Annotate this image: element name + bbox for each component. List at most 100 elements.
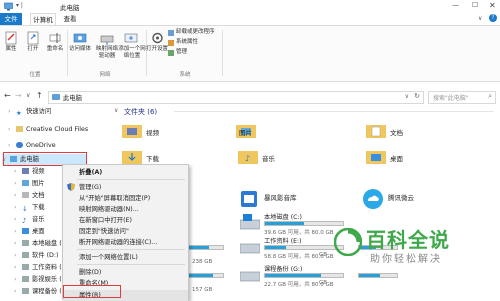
svg-text:♪: ♪ [245, 154, 250, 163]
nav-label: 影视娱乐 (F [32, 276, 66, 283]
nav-label: 文档 [32, 192, 45, 199]
context-menu: 折叠(A) 管理(G) 从"开始"屏幕取消固定(P) 映射网络驱动器(N)...… [62, 164, 189, 301]
address-field[interactable]: 此电脑 ∨ ↻ [48, 91, 424, 104]
nav-item-drive-f[interactable]: › 影视娱乐 (F [14, 274, 65, 285]
drive-e-name[interactable]: 工作资料 (E:) [264, 236, 302, 245]
nav-item-drive-d[interactable]: › 软件 (D:) [14, 250, 58, 261]
open-button[interactable]: 打开 [22, 46, 44, 53]
nav-item-onedrive[interactable]: › OneDrive [8, 140, 56, 151]
music-folder-icon: ♪ [238, 151, 258, 164]
nav-item-documents[interactable]: › 文档 [14, 190, 45, 201]
title-bar: ▾ | 此电脑 — ☐ ✕ [0, 0, 500, 14]
ribbon-tabs: 文件 计算机 查看 ∨ ? [0, 13, 500, 25]
group-system-label: 系统 [179, 72, 191, 78]
folder-desktop[interactable]: 桌面 [390, 153, 403, 163]
address-dropdown-icon[interactable]: ∨ [405, 93, 409, 100]
properties-button[interactable]: 属性 [0, 46, 22, 53]
download-icon: ↓ [22, 205, 28, 213]
drive-icon [22, 240, 29, 246]
nav-label: 音乐 [32, 216, 45, 223]
menu-item-delete[interactable]: 删除(D) [63, 267, 188, 278]
folder-downloads[interactable]: 下载 [146, 153, 159, 163]
add-network-location-button[interactable]: 添加一个网络位置 [118, 46, 146, 60]
system-properties-link[interactable]: 系统属性 [176, 39, 198, 46]
drive-f-usage-fill [189, 274, 213, 277]
address-path: 此电脑 [63, 95, 82, 102]
refresh-icon[interactable]: ↻ [414, 92, 420, 100]
nav-item-videos[interactable]: › 视频 [14, 166, 45, 177]
app-weiyun[interactable]: 腾讯微云 [388, 192, 414, 202]
map-drive-button[interactable]: 映射网络驱动器 [94, 46, 120, 60]
menu-separator [77, 249, 185, 250]
window-title: 此电脑 [60, 4, 80, 12]
music-icon: ♪ [22, 217, 27, 225]
tab-view[interactable]: 查看 [60, 13, 80, 25]
folders-section-header[interactable]: 文件夹 (6) [124, 107, 157, 117]
drive-right-usage-bar [358, 273, 398, 278]
nav-item-downloads[interactable]: › ↓ 下载 [14, 202, 45, 213]
nav-label: 桌面 [32, 228, 45, 235]
ribbon-collapse-icon[interactable]: ∨ [478, 15, 482, 22]
folder-music[interactable]: 音乐 [262, 153, 275, 163]
nav-item-music[interactable]: › ♪ 音乐 [14, 214, 45, 225]
video-folder-icon [22, 168, 29, 174]
maximize-icon[interactable]: ☐ [472, 1, 478, 9]
expand-arrow-icon[interactable]: › [8, 140, 16, 151]
folder-icon [16, 126, 23, 132]
nav-item-drive-g[interactable]: › 课程备份 (G [14, 286, 67, 297]
drive-c-usage-bar [264, 221, 344, 226]
menu-item-manage[interactable]: 管理(G) [63, 182, 188, 193]
properties-icon [5, 31, 17, 45]
menu-item-add-network-location[interactable]: 添加一个网络位置(L) [63, 252, 188, 263]
folder-pictures[interactable]: 图片 [239, 127, 252, 137]
search-input[interactable]: 搜索"此电脑" ⌕ [428, 91, 496, 104]
drive-icon [22, 264, 29, 270]
cloud-icon [16, 142, 23, 148]
drive-d-usage-fill [189, 246, 210, 249]
back-arrow-icon[interactable]: ← [4, 91, 11, 100]
quick-access-toolbar-icon[interactable]: ▾ | [16, 2, 23, 9]
menu-item-unpin-start[interactable]: 从"开始"屏幕取消固定(P) [63, 193, 188, 204]
media-access-button[interactable]: 访问媒体 [66, 46, 94, 53]
drive-c-name[interactable]: 本地磁盘 (C:) [264, 212, 302, 221]
nav-label: 本地磁盘 (C [32, 240, 67, 247]
manage-link[interactable]: 管理 [176, 49, 187, 56]
up-arrow-icon[interactable]: ↑ [36, 91, 43, 100]
computer-icon [4, 2, 13, 11]
help-icon[interactable]: ? [489, 14, 497, 22]
tab-file[interactable]: 文件 [0, 13, 22, 25]
nav-item-desktop[interactable]: › 桌面 [14, 226, 45, 237]
uninstall-programs-link[interactable]: 卸载或更改程序 [176, 29, 215, 36]
folder-videos[interactable]: 视频 [146, 127, 159, 137]
nav-item-quick-access[interactable]: › ★ 快速访问 [8, 106, 51, 117]
menu-item-open-new-window[interactable]: 在新窗口中打开(E) [63, 215, 188, 226]
folder-documents[interactable]: 文档 [390, 127, 403, 137]
group-network-label: 网络 [99, 72, 111, 78]
menu-item-disconnect-drive[interactable]: 断开网络驱动器的连接(C)... [63, 237, 188, 248]
collapse-section-icon[interactable]: ∨ [114, 107, 118, 114]
menu-item-map-drive[interactable]: 映射网络驱动器(N)... [63, 204, 188, 215]
tab-computer[interactable]: 计算机 [30, 13, 56, 25]
menu-item-pin-quick-access[interactable]: 固定到"快速访问" [63, 226, 188, 237]
expand-arrow-icon[interactable]: › [8, 106, 16, 117]
close-icon[interactable]: ✕ [489, 1, 496, 10]
nav-item-drive-c[interactable]: › 本地磁盘 (C [14, 238, 66, 249]
nav-item-drive-e[interactable]: › 工作资料 (E [14, 262, 66, 273]
recent-locations-icon[interactable]: ∨ [26, 92, 30, 99]
rename-button[interactable]: 重命名 [44, 46, 66, 53]
nav-item-pictures[interactable]: › 图片 [14, 178, 45, 189]
weiyun-cloud-icon [363, 189, 383, 209]
nav-item-creative-cloud[interactable]: › Creative Cloud Files [8, 124, 88, 135]
drive-d-free-partial: 238 GB [192, 259, 213, 265]
app-baofeng[interactable]: 暴风影音库 [264, 192, 297, 202]
open-settings-button[interactable]: 打开设置 [146, 46, 168, 53]
menu-item-collapse[interactable]: 折叠(A) [63, 167, 188, 178]
nav-label: 软件 (D:) [32, 252, 59, 259]
drive-g-usage-bar [264, 273, 344, 278]
drive-g-name[interactable]: 课程备份 (G:) [264, 264, 302, 273]
expand-arrow-icon[interactable]: › [8, 124, 16, 135]
ribbon-divider [67, 30, 68, 76]
search-placeholder: 搜索"此电脑" [433, 95, 469, 102]
forward-arrow-icon[interactable]: → [15, 91, 22, 100]
minimize-icon[interactable]: — [452, 1, 459, 9]
